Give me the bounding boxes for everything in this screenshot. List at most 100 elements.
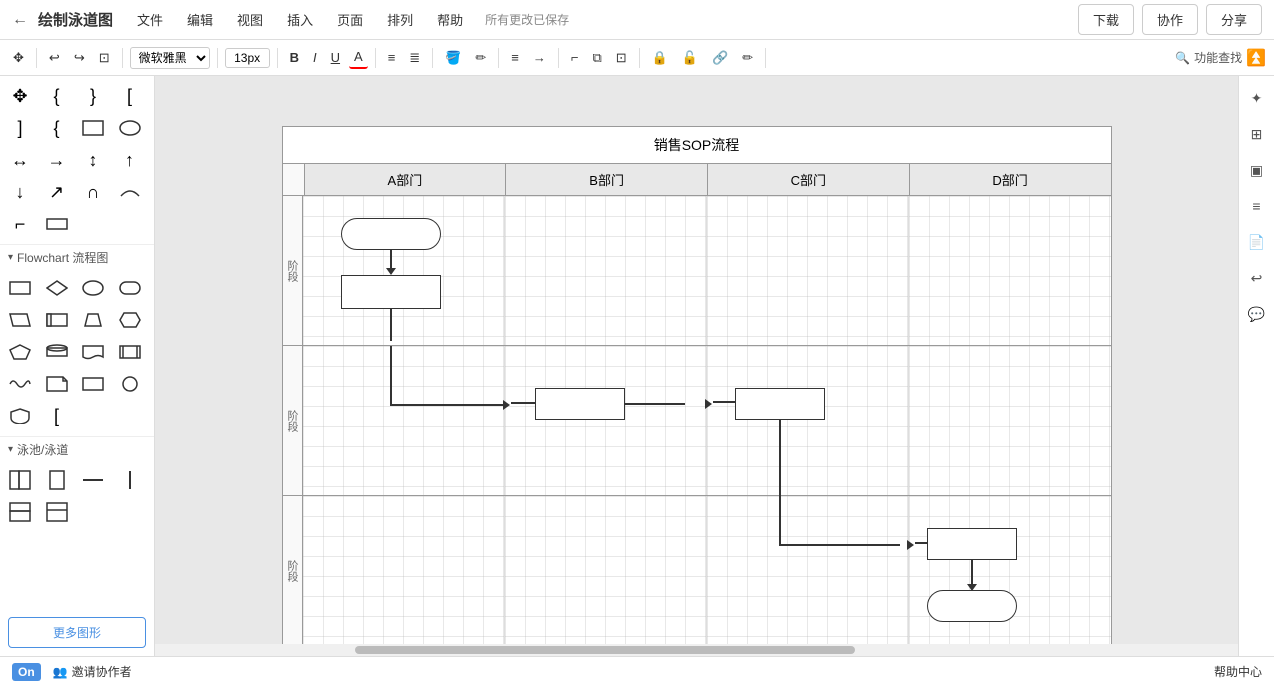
fc-diamond[interactable] bbox=[43, 274, 71, 302]
menu-edit[interactable]: 编辑 bbox=[183, 8, 217, 31]
fc-rect[interactable] bbox=[6, 274, 34, 302]
shape-arrow-h[interactable]: ↔ bbox=[6, 146, 34, 174]
fc-doc[interactable] bbox=[79, 338, 107, 366]
font-color-button[interactable]: A bbox=[349, 46, 368, 69]
menu-help[interactable]: 帮助 bbox=[433, 8, 467, 31]
cell-r1-cb[interactable] bbox=[505, 196, 707, 345]
shape-rect-wide[interactable] bbox=[43, 210, 71, 238]
fc-note[interactable] bbox=[43, 370, 71, 398]
download-button[interactable]: 下载 bbox=[1078, 4, 1134, 35]
cell-r1-cc[interactable] bbox=[707, 196, 909, 345]
help-button[interactable]: 帮助中心 bbox=[1214, 663, 1262, 680]
shape-arc2[interactable] bbox=[116, 178, 144, 206]
font-size-input[interactable] bbox=[225, 48, 270, 68]
shape-arrow-up[interactable]: ↑ bbox=[116, 146, 144, 174]
shape-arrow-v[interactable]: ↕ bbox=[79, 146, 107, 174]
right-icon-grid[interactable]: ⊞ bbox=[1243, 120, 1271, 148]
swimlane-section-label[interactable]: ▾ 泳池/泳道 bbox=[0, 436, 154, 460]
fc-drum[interactable] bbox=[43, 338, 71, 366]
pencil-button[interactable]: ✏ bbox=[737, 47, 758, 69]
shape-arrow-down[interactable]: ↓ bbox=[6, 178, 34, 206]
sw-vline[interactable] bbox=[116, 466, 144, 494]
format-button[interactable]: ⊡ bbox=[94, 47, 115, 69]
shape-corner[interactable]: ⌐ bbox=[6, 210, 34, 238]
shape-bracket-left[interactable]: [ bbox=[116, 82, 144, 110]
font-select[interactable]: 微软雅黑 bbox=[130, 47, 210, 69]
sw-hpool2[interactable] bbox=[43, 498, 71, 526]
align-left-button[interactable]: ≡ bbox=[383, 47, 401, 68]
back-button[interactable]: ← bbox=[12, 11, 28, 29]
shape-d-row3[interactable] bbox=[927, 528, 1017, 560]
link-button[interactable]: 🔗 bbox=[707, 47, 733, 69]
fc-bracket2[interactable]: [ bbox=[43, 402, 71, 430]
right-icon-search[interactable]: ✦ bbox=[1243, 84, 1271, 112]
shape-b-row2[interactable] bbox=[535, 388, 625, 420]
h-scrollbar-thumb[interactable] bbox=[355, 646, 855, 654]
stroke-color-button[interactable]: ✏ bbox=[470, 47, 491, 69]
line-style-button[interactable]: ≡ bbox=[506, 47, 524, 68]
underline-button[interactable]: U bbox=[326, 47, 345, 68]
fc-rect2[interactable] bbox=[43, 306, 71, 334]
redo-button[interactable]: ↪ bbox=[69, 47, 90, 69]
shape-process-1[interactable] bbox=[341, 275, 441, 309]
collaborate-button[interactable]: 协作 bbox=[1142, 4, 1198, 35]
cell-r2-cb[interactable] bbox=[505, 346, 707, 495]
fill-color-button[interactable]: 🪣 bbox=[440, 47, 466, 69]
flowchart-section-label[interactable]: ▾ Flowchart 流程图 bbox=[0, 244, 154, 268]
cell-r2-ca[interactable] bbox=[303, 346, 505, 495]
shape-ellipse[interactable] bbox=[116, 114, 144, 142]
cursor-tool[interactable]: ✥ bbox=[8, 47, 29, 69]
ungroup-button[interactable]: ⊡ bbox=[611, 47, 632, 69]
lock-button[interactable]: 🔒 bbox=[647, 47, 673, 69]
fc-rect3[interactable] bbox=[79, 370, 107, 398]
fc-subroutine[interactable] bbox=[116, 338, 144, 366]
fc-trap[interactable] bbox=[79, 306, 107, 334]
cell-r3-cc[interactable] bbox=[707, 496, 909, 646]
align-right-button[interactable]: ≣ bbox=[404, 47, 425, 69]
menu-insert[interactable]: 插入 bbox=[283, 8, 317, 31]
italic-button[interactable]: I bbox=[308, 47, 322, 68]
menu-page[interactable]: 页面 bbox=[333, 8, 367, 31]
right-icon-properties[interactable]: ≡ bbox=[1243, 192, 1271, 220]
shape-bracket-right[interactable]: ] bbox=[6, 114, 34, 142]
toolbar-search[interactable]: 🔍 功能查找 bbox=[1175, 49, 1242, 66]
sw-pool-v[interactable] bbox=[6, 466, 34, 494]
undo-button[interactable]: ↩ bbox=[44, 47, 65, 69]
fc-hexagon[interactable] bbox=[116, 306, 144, 334]
right-icon-layers[interactable]: ▣ bbox=[1243, 156, 1271, 184]
shape-brace-left[interactable]: { bbox=[43, 82, 71, 110]
menu-view[interactable]: 视图 bbox=[233, 8, 267, 31]
shape-c-row2[interactable] bbox=[735, 388, 825, 420]
fc-wave[interactable] bbox=[6, 370, 34, 398]
shape-start[interactable] bbox=[341, 218, 441, 250]
unlock-button[interactable]: 🔓 bbox=[677, 47, 703, 69]
shape-select[interactable]: ✥ bbox=[6, 82, 34, 110]
collapse-toolbar-button[interactable]: ⏫ bbox=[1246, 48, 1266, 68]
share-button[interactable]: 分享 bbox=[1206, 4, 1262, 35]
right-icon-history[interactable]: ↩ bbox=[1243, 264, 1271, 292]
canvas-area[interactable]: 销售SOP流程 A部门 B部门 C部门 D部门 阶段 bbox=[155, 76, 1238, 656]
fc-circle[interactable] bbox=[116, 370, 144, 398]
h-scrollbar[interactable] bbox=[155, 644, 1238, 656]
invite-button[interactable]: 👥 邀请协作者 bbox=[53, 663, 132, 680]
shape-curly[interactable]: { bbox=[43, 114, 71, 142]
cell-r2-cc[interactable] bbox=[707, 346, 909, 495]
fc-ellipse[interactable] bbox=[79, 274, 107, 302]
sw-hline[interactable] bbox=[79, 466, 107, 494]
right-icon-pages[interactable]: 📄 bbox=[1243, 228, 1271, 256]
shape-end[interactable] bbox=[927, 590, 1017, 622]
cell-r3-cb[interactable] bbox=[505, 496, 707, 646]
shape-rect[interactable] bbox=[79, 114, 107, 142]
shape-brace-right[interactable]: } bbox=[79, 82, 107, 110]
cell-r3-cd[interactable] bbox=[909, 496, 1110, 646]
group-button[interactable]: ⧉ bbox=[587, 47, 606, 69]
right-icon-comments[interactable]: 💬 bbox=[1243, 300, 1271, 328]
on-badge[interactable]: On bbox=[12, 663, 41, 681]
menu-arrange[interactable]: 排列 bbox=[383, 8, 417, 31]
cell-r2-cd[interactable] bbox=[909, 346, 1110, 495]
cell-r1-ca[interactable] bbox=[303, 196, 505, 345]
sw-lane-v[interactable] bbox=[43, 466, 71, 494]
fc-penta[interactable] bbox=[6, 338, 34, 366]
menu-file[interactable]: 文件 bbox=[133, 8, 167, 31]
shape-arc1[interactable]: ∩ bbox=[79, 178, 107, 206]
